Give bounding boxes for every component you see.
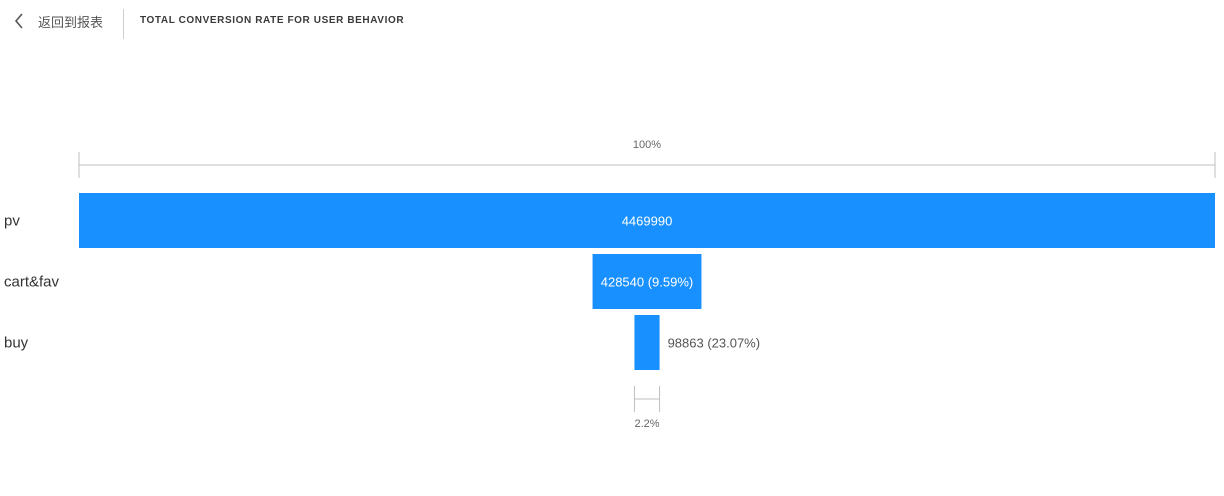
top-bracket-label: 100% — [633, 139, 661, 151]
bottom-bracket-label: 2.2% — [634, 418, 659, 430]
funnel-chart: 100% pv 4469990 cart&fav 428540 (9.59%) buy 98… — [4, 139, 1216, 430]
bar-value-label-0: 4469990 — [622, 214, 673, 229]
bar-value-label-2: 98863 (23.07%) — [668, 336, 761, 351]
row-label-0: pv — [4, 213, 20, 230]
funnel-bar-2 — [634, 315, 660, 370]
bar-value-label-1: 428540 (9.59%) — [601, 275, 694, 290]
row-label-1: cart&fav — [4, 274, 60, 291]
row-label-2: buy — [4, 335, 29, 352]
